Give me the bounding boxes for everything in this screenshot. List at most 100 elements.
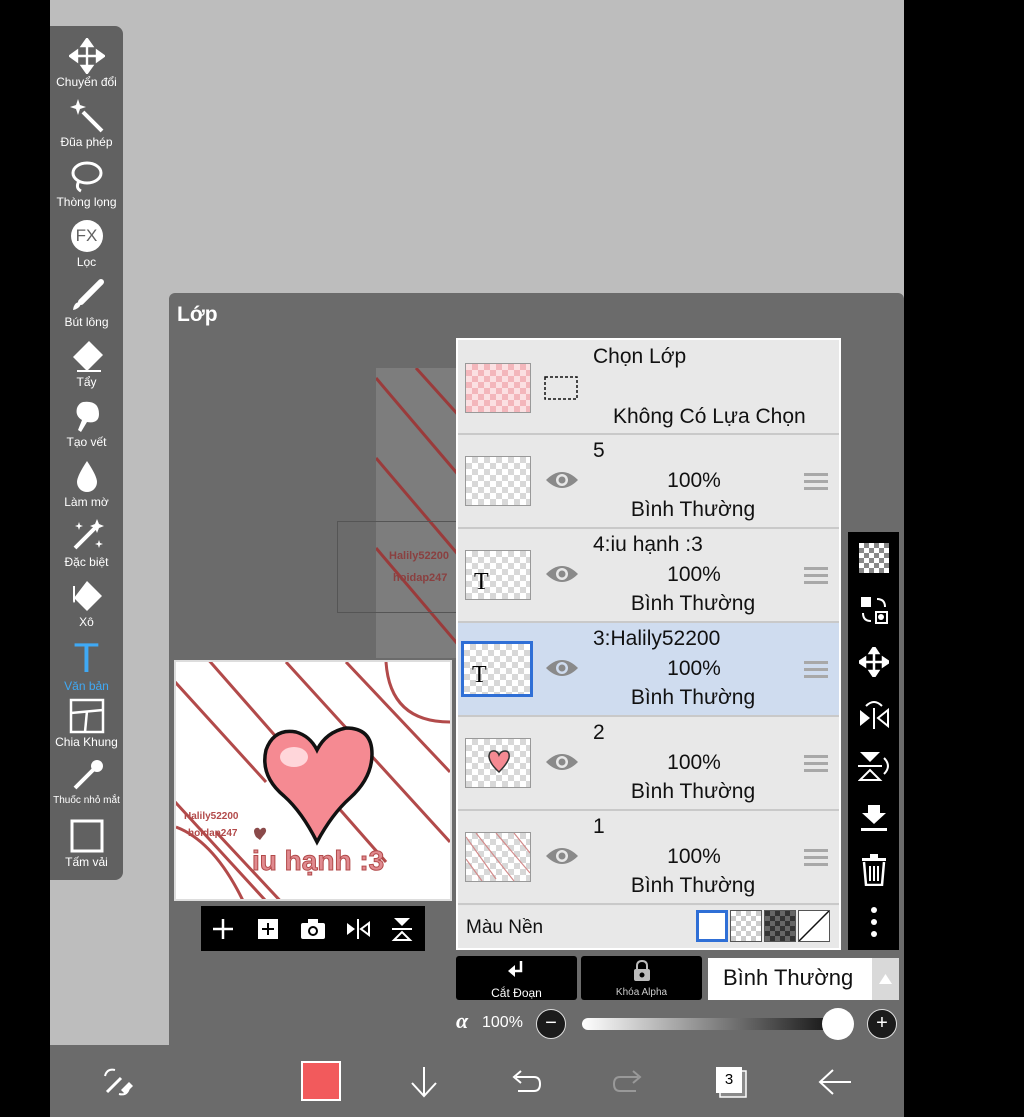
tool-magic-wand[interactable]: Đũa phép bbox=[50, 98, 123, 158]
layer-row[interactable]: 1 100% Bình Thường bbox=[458, 811, 839, 905]
blend-mode-dropdown[interactable] bbox=[872, 958, 899, 1000]
smudge-icon bbox=[76, 401, 99, 432]
clipping-arrow-icon bbox=[507, 961, 522, 977]
layer-name: 3:Halily52200 bbox=[593, 627, 721, 650]
layer-blend-mode: Bình Thường bbox=[630, 498, 756, 521]
undo-icon[interactable] bbox=[504, 1061, 546, 1103]
camera-icon[interactable] bbox=[298, 914, 328, 944]
move-layer-icon[interactable] bbox=[856, 644, 892, 680]
tool-canvas[interactable]: Tấm vải bbox=[50, 818, 123, 878]
flip-horizontal-icon[interactable] bbox=[343, 914, 373, 944]
back-arrow-icon[interactable] bbox=[814, 1061, 856, 1103]
layer-row[interactable]: 2 100% Bình Thường bbox=[458, 717, 839, 811]
tool-bucket[interactable]: Xô bbox=[50, 578, 123, 638]
tool-text[interactable]: T Văn bản bbox=[50, 637, 123, 698]
add-layer-icon[interactable] bbox=[208, 914, 238, 944]
ghost-text-1: Halily52200 bbox=[389, 550, 449, 562]
eraser-icon bbox=[72, 341, 103, 372]
layer-opacity: 100% bbox=[667, 845, 721, 868]
canvas-preview[interactable]: Halily52200 hoidap247 iu hạnh :3 bbox=[174, 660, 452, 901]
layer-name: 2 bbox=[593, 721, 605, 744]
down-arrow-icon[interactable] bbox=[403, 1061, 445, 1103]
opacity-increase-button[interactable]: + bbox=[867, 1009, 897, 1039]
tool-smudge[interactable]: Tạo vết bbox=[50, 398, 123, 458]
flip-layer-horizontal-icon[interactable] bbox=[856, 696, 892, 732]
layer-list: Chọn Lớp Không Có Lựa Chọn 5 100% Bình T… bbox=[456, 338, 841, 950]
tool-brush[interactable]: Bút lông bbox=[50, 278, 123, 338]
chevron-up-icon bbox=[879, 974, 892, 984]
flip-vertical-icon[interactable] bbox=[388, 914, 418, 944]
drag-handle-icon[interactable] bbox=[804, 661, 828, 679]
blur-icon bbox=[76, 461, 97, 492]
flip-layer-vertical-icon[interactable] bbox=[856, 748, 892, 784]
magic-wand-icon bbox=[69, 99, 103, 133]
selection-layer-row[interactable]: Chọn Lớp Không Có Lựa Chọn bbox=[458, 340, 839, 435]
layer-row[interactable]: T 4:iu hạnh :3 100% Bình Thường bbox=[458, 529, 839, 623]
drag-handle-icon[interactable] bbox=[804, 849, 828, 867]
background-color-row: Màu Nền bbox=[458, 906, 839, 948]
fx-glyph: FX bbox=[75, 226, 98, 245]
opacity-slider-knob[interactable] bbox=[822, 1008, 854, 1040]
layer-thumbnail bbox=[465, 456, 531, 506]
merge-down-icon[interactable] bbox=[856, 800, 892, 836]
tool-label: Chuyển đổi bbox=[56, 75, 117, 89]
preview-caption: iu hạnh :3 bbox=[251, 845, 385, 877]
tool-eraser[interactable]: Tẩy bbox=[50, 338, 123, 398]
opacity-value: 100% bbox=[482, 1014, 523, 1031]
tool-transform[interactable]: Chuyển đổi bbox=[50, 38, 123, 98]
layer-thumbnail: T bbox=[465, 550, 531, 600]
more-options-icon[interactable] bbox=[856, 904, 892, 940]
frame-divider-icon bbox=[69, 698, 104, 734]
add-raster-layer-icon[interactable] bbox=[253, 914, 283, 944]
panel-title: Lớp bbox=[177, 303, 218, 326]
tool-label: Đũa phép bbox=[60, 135, 113, 149]
tool-label: Tạo vết bbox=[66, 435, 107, 449]
layer-blend-mode: Bình Thường bbox=[630, 592, 756, 615]
tool-label: Chia Khung bbox=[55, 735, 118, 749]
bg-transparent-light-swatch[interactable] bbox=[730, 910, 762, 942]
tool-switch-icon[interactable] bbox=[96, 1061, 138, 1103]
tool-label: Thòng lọng bbox=[56, 195, 117, 209]
visibility-eye-icon[interactable] bbox=[544, 468, 580, 492]
visibility-eye-icon[interactable] bbox=[544, 656, 580, 680]
tool-filter[interactable]: FX Lọc bbox=[50, 218, 123, 278]
clipping-button[interactable]: Cắt Đoạn bbox=[456, 956, 577, 1000]
tool-special[interactable]: Đặc biệt bbox=[50, 518, 123, 578]
trash-icon[interactable] bbox=[856, 852, 892, 888]
bg-white-swatch[interactable] bbox=[696, 910, 728, 942]
opacity-decrease-button[interactable]: − bbox=[536, 1009, 566, 1039]
bg-none-swatch[interactable] bbox=[798, 910, 830, 942]
bg-transparent-dark-swatch[interactable] bbox=[764, 910, 796, 942]
swap-layer-icon[interactable] bbox=[856, 592, 892, 628]
layer-opacity: 100% bbox=[667, 469, 721, 492]
layer-side-toolbar bbox=[848, 532, 899, 950]
layer-blend-mode: Bình Thường bbox=[630, 874, 756, 897]
opacity-slider[interactable] bbox=[582, 1018, 832, 1030]
visibility-eye-icon[interactable] bbox=[544, 844, 580, 868]
lock-icon bbox=[633, 959, 650, 981]
layer-name: 1 bbox=[593, 815, 605, 838]
alpha-symbol: α bbox=[456, 1008, 469, 1033]
eyedropper-icon bbox=[73, 760, 103, 790]
tool-blur[interactable]: Làm mờ bbox=[50, 458, 123, 518]
layers-icon[interactable]: 3 bbox=[710, 1061, 752, 1103]
drag-handle-icon[interactable] bbox=[804, 473, 828, 491]
visibility-eye-icon[interactable] bbox=[544, 562, 580, 586]
canvas-ghost bbox=[376, 368, 461, 658]
drag-handle-icon[interactable] bbox=[804, 567, 828, 585]
tool-lasso[interactable]: Thòng lọng bbox=[50, 158, 123, 218]
redo-icon[interactable] bbox=[608, 1061, 650, 1103]
checkerboard-icon[interactable] bbox=[856, 540, 892, 576]
tool-frame-divider[interactable]: Chia Khung bbox=[50, 698, 123, 758]
blend-mode-select[interactable]: Bình Thường bbox=[708, 958, 872, 1000]
current-color-swatch[interactable] bbox=[301, 1061, 341, 1101]
lines-thumbnail-icon bbox=[466, 833, 530, 881]
layer-opacity: 100% bbox=[667, 657, 721, 680]
tool-eyedropper[interactable]: Thuốc nhỏ mắt bbox=[50, 758, 123, 818]
visibility-eye-icon[interactable] bbox=[544, 750, 580, 774]
drag-handle-icon[interactable] bbox=[804, 755, 828, 773]
text-layer-glyph: T bbox=[474, 569, 489, 595]
alpha-lock-button[interactable]: Khóa Alpha bbox=[581, 956, 702, 1000]
layer-row-selected[interactable]: T 3:Halily52200 100% Bình Thường bbox=[458, 623, 839, 717]
layer-row[interactable]: 5 100% Bình Thường bbox=[458, 435, 839, 529]
